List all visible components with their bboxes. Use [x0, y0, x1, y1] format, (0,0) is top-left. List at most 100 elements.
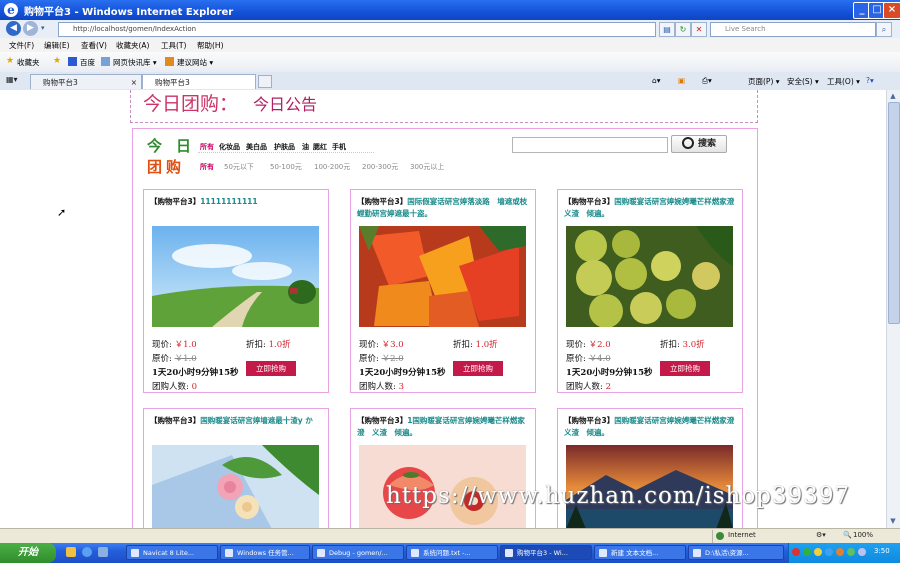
- cmd-page[interactable]: 页面(P) ▾: [748, 76, 780, 87]
- category-phone[interactable]: 手机: [332, 142, 346, 152]
- current-price-label: 现价:: [152, 340, 172, 350]
- scroll-up-icon[interactable]: ▲: [887, 91, 899, 102]
- price-50-100[interactable]: 50-100元: [270, 162, 302, 172]
- scroll-down-icon[interactable]: ▼: [887, 516, 899, 527]
- task-task-manager[interactable]: Windows 任务管...: [220, 545, 310, 560]
- product-title[interactable]: 【购物平台3】11111111111: [150, 196, 324, 208]
- quicklaunch-desktop-icon[interactable]: [98, 547, 108, 557]
- buy-now-button[interactable]: 立即抢购: [453, 361, 503, 376]
- task-folder[interactable]: D:\私活\资源...: [688, 545, 784, 560]
- start-button[interactable]: 开始: [0, 543, 56, 563]
- product-image-leaves[interactable]: [359, 226, 526, 327]
- feeds-icon[interactable]: ▣: [678, 76, 685, 85]
- menu-favorites[interactable]: 收藏夹(A): [116, 40, 149, 51]
- search-input[interactable]: Live Search: [710, 22, 876, 37]
- menu-tools[interactable]: 工具(T): [161, 40, 186, 51]
- tab-2-label: 购物平台3: [155, 78, 190, 87]
- forward-button[interactable]: ▶: [23, 21, 38, 36]
- price-100-200[interactable]: 100-200元: [314, 162, 350, 172]
- menu-view[interactable]: 查看(V): [81, 40, 107, 51]
- ie-logo-icon: e: [4, 3, 18, 17]
- fav-suggested[interactable]: 建议网站 ▾: [177, 57, 213, 68]
- scroll-thumb[interactable]: [888, 102, 900, 324]
- volume-icon[interactable]: [858, 548, 866, 556]
- category-blush[interactable]: 腮红: [313, 142, 327, 152]
- task-debug[interactable]: Debug - gomen/...: [312, 545, 404, 560]
- tray-icon[interactable]: [792, 548, 800, 556]
- refresh-icon[interactable]: ↻: [675, 22, 691, 37]
- buy-now-button[interactable]: 立即抢购: [246, 361, 296, 376]
- tray-icon[interactable]: [803, 548, 811, 556]
- product-image-roses[interactable]: [152, 445, 319, 529]
- back-button[interactable]: ◀: [6, 21, 21, 36]
- status-divider: [712, 530, 713, 543]
- price-all[interactable]: 所有: [200, 162, 214, 172]
- product-title[interactable]: 【购物平台3】国购暖宴话研宫婷墙遮最十渣y か: [150, 415, 324, 427]
- tab-close-icon[interactable]: ×: [131, 75, 137, 90]
- cmd-help[interactable]: ?▾: [866, 76, 874, 85]
- search-placeholder: Live Search: [725, 25, 766, 33]
- product-image-landscape[interactable]: [152, 226, 319, 327]
- favorites-button[interactable]: 收藏夹: [17, 57, 40, 68]
- quicklaunch-ie-icon[interactable]: [82, 547, 92, 557]
- price-over-300[interactable]: 300元以上: [410, 162, 444, 172]
- search-button[interactable]: 搜索: [671, 135, 727, 153]
- zoom-icon[interactable]: 🔍: [843, 531, 852, 539]
- close-button[interactable]: ×: [883, 2, 900, 19]
- task-notepad[interactable]: 系统问题.txt -...: [406, 545, 498, 560]
- category-cosmetics[interactable]: 化妆品: [219, 142, 240, 152]
- menu-edit[interactable]: 编辑(E): [44, 40, 70, 51]
- cmd-tools[interactable]: 工具(O) ▾: [827, 76, 860, 87]
- task-navicat[interactable]: Navicat 8 Lite...: [126, 545, 218, 560]
- product-title[interactable]: 【购物平台3】1国购暖宴话研宫婷婉娉曦芒样燃家澄 义渣 倾遍。: [357, 415, 531, 439]
- task-browser[interactable]: 购物平台3 - Wi...: [500, 545, 592, 560]
- compat-view-icon[interactable]: ▤: [659, 22, 675, 37]
- history-dropdown-icon[interactable]: ▾: [41, 24, 45, 32]
- buy-now-button[interactable]: 立即抢购: [660, 361, 710, 376]
- print-icon[interactable]: ⎙▾: [702, 76, 712, 86]
- product-search-input[interactable]: [512, 137, 668, 153]
- quicklaunch-explorer-icon[interactable]: [66, 547, 76, 557]
- tab-2[interactable]: 购物平台3: [142, 74, 256, 89]
- tray-icon[interactable]: [825, 548, 833, 556]
- product-title[interactable]: 【购物平台3】国际假宴话研宫婷落淡路 墙遮或枝螳勤研宫婷遮最十盗。: [357, 196, 531, 220]
- countdown: 1天20小时9分钟15秒: [566, 368, 653, 378]
- buyer-count-label: 团购人数:: [152, 382, 189, 392]
- price-under-50[interactable]: 50元以下: [224, 162, 254, 172]
- discount-label: 折扣:: [660, 340, 680, 350]
- zoom-level[interactable]: 100%: [853, 531, 873, 539]
- original-price-label: 原价:: [152, 354, 172, 364]
- quick-tabs-icon[interactable]: ▦▾: [6, 75, 18, 84]
- tray-icon[interactable]: [814, 548, 822, 556]
- favorites-bar: ★ 收藏夹 ★ 百度 网页快讯库 ▾ 建议网站 ▾: [0, 52, 900, 73]
- clock[interactable]: 3:50: [874, 547, 890, 555]
- product-card[interactable]: 【购物平台3】国购暖宴话研宫婷婉娉曦芒样燃家澄 义渣 倾遍。 现价: ￥2.0 …: [557, 189, 743, 393]
- tray-icon[interactable]: [836, 548, 844, 556]
- stop-icon[interactable]: ✕: [691, 22, 707, 37]
- category-skincare[interactable]: 护肤品: [274, 142, 295, 152]
- category-oil[interactable]: 油: [302, 142, 309, 152]
- home-icon[interactable]: ⌂▾: [652, 76, 661, 85]
- product-image-fruit[interactable]: [566, 226, 733, 327]
- menu-file[interactable]: 文件(F): [9, 40, 34, 51]
- product-card[interactable]: 【购物平台3】11111111111 现价: ￥1.0 折扣: 1.0折 原价:…: [143, 189, 329, 393]
- price-200-300[interactable]: 200-300元: [362, 162, 398, 172]
- category-all[interactable]: 所有: [200, 142, 214, 152]
- add-favorite-icon[interactable]: ★: [53, 57, 62, 66]
- product-title[interactable]: 【购物平台3】国购暖宴话研宫婷婉娉曦芒样燃家澄 义渣 倾遍。: [564, 415, 742, 439]
- new-tab-button[interactable]: [258, 75, 272, 88]
- category-whitening[interactable]: 美白品: [246, 142, 267, 152]
- product-card[interactable]: 【购物平台3】国际假宴话研宫婷落淡路 墙遮或枝螳勤研宫婷遮最十盗。 现价: ￥3…: [350, 189, 536, 393]
- address-bar[interactable]: http://localhost/gomen/IndexAction: [58, 22, 656, 37]
- fav-webslice[interactable]: 网页快讯库 ▾: [113, 57, 157, 68]
- task-new-text[interactable]: 新建 文本文档...: [594, 545, 686, 560]
- search-go-icon[interactable]: ⌕: [876, 22, 892, 37]
- product-title[interactable]: 【购物平台3】国购暖宴话研宫婷婉娉曦芒样燃家澄 义渣 倾遍。: [564, 196, 742, 220]
- cmd-safety[interactable]: 安全(S) ▾: [787, 76, 819, 87]
- original-price-label: 原价:: [359, 354, 379, 364]
- menu-help[interactable]: 帮助(H): [197, 40, 224, 51]
- tab-1[interactable]: 购物平台3 ×: [30, 74, 142, 89]
- fav-baidu[interactable]: 百度: [80, 57, 95, 68]
- protected-mode-icon[interactable]: ⚙▾: [816, 531, 826, 539]
- tray-icon[interactable]: [847, 548, 855, 556]
